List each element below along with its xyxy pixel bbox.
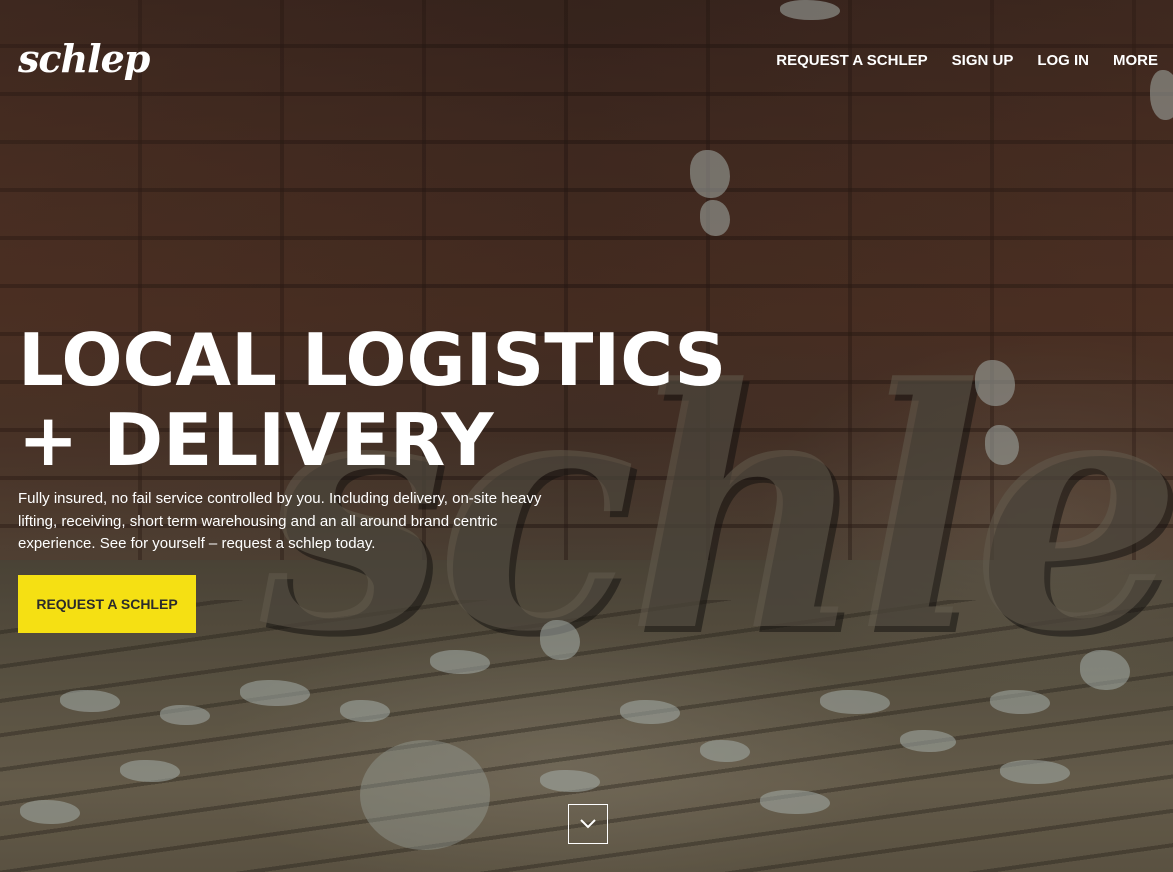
schlep-logo[interactable]: schlep — [18, 36, 150, 81]
hero-section: schlep schlep REQUEST A SCHLEP SIGN UP L… — [0, 0, 1173, 872]
headline-line-2: + DELIVERY — [18, 398, 494, 482]
nav-sign-up[interactable]: SIGN UP — [952, 52, 1014, 69]
chevron-down-icon — [580, 819, 596, 829]
hero-description: Fully insured, no fail service controlle… — [18, 490, 542, 552]
nav-log-in[interactable]: LOG IN — [1037, 52, 1089, 69]
main-nav: REQUEST A SCHLEP SIGN UP LOG IN MORE — [776, 52, 1158, 69]
hero-headline: LOCAL LOGISTICS + DELIVERY — [18, 320, 726, 480]
request-a-schlep-button[interactable]: REQUEST A SCHLEP — [18, 575, 196, 633]
nav-request-a-schlep[interactable]: REQUEST A SCHLEP — [776, 52, 927, 69]
nav-more[interactable]: MORE — [1113, 52, 1158, 69]
headline-line-1: LOCAL LOGISTICS — [18, 318, 727, 402]
scroll-down-button[interactable] — [568, 804, 608, 844]
